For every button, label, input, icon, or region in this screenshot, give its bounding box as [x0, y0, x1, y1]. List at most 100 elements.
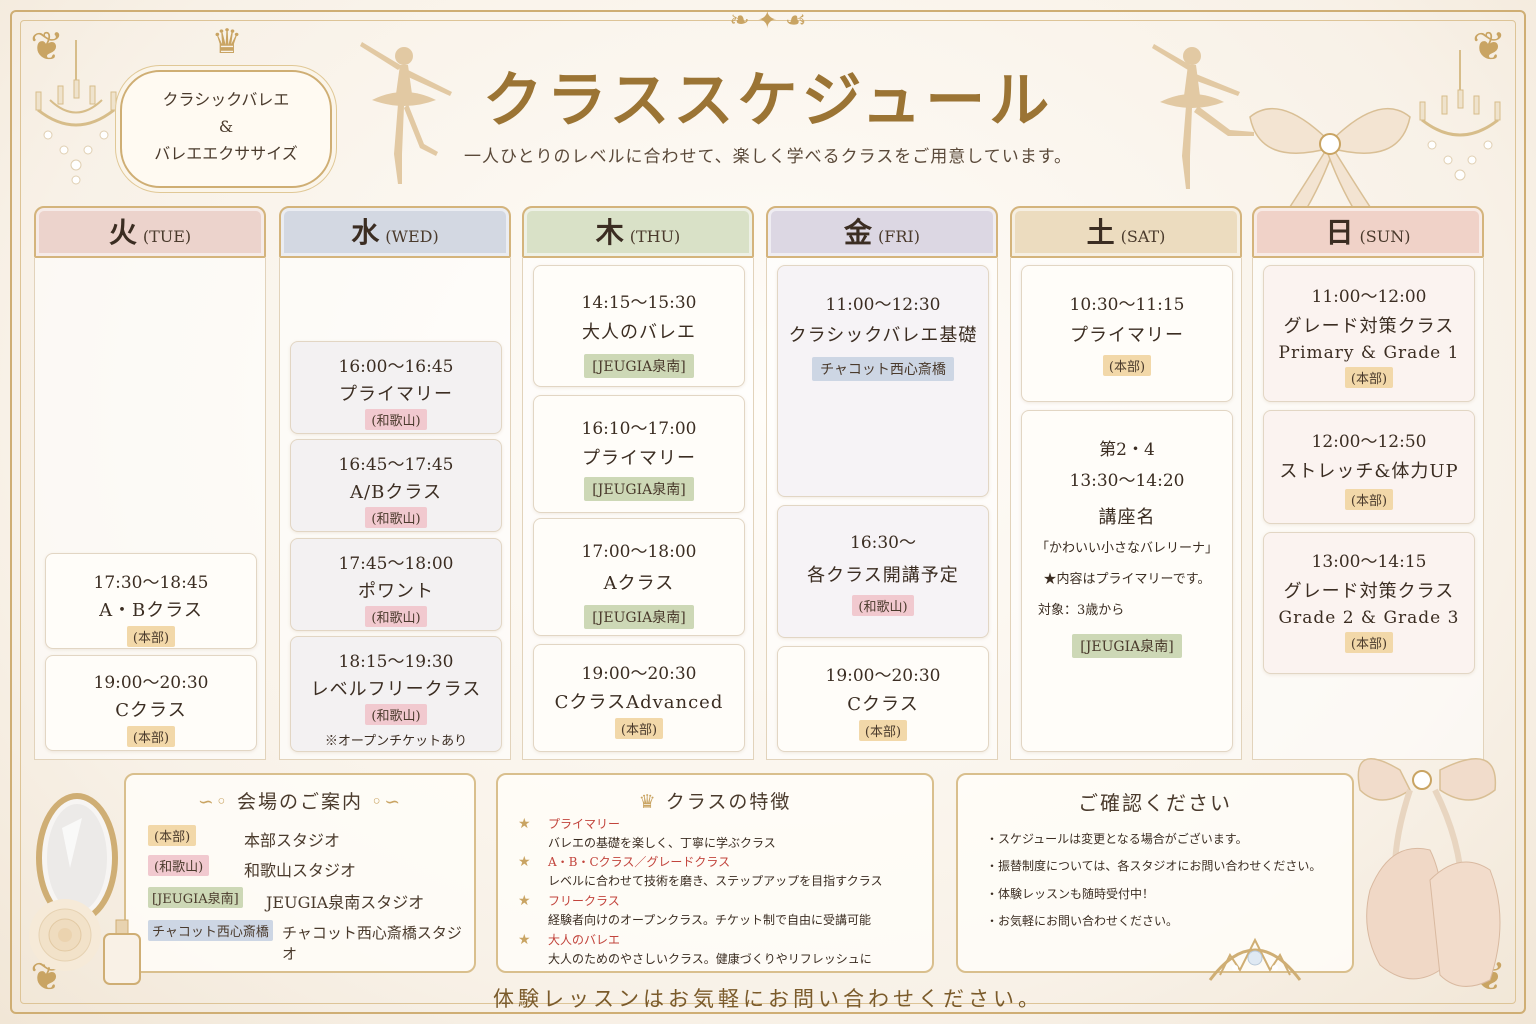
class-card: 19:00〜20:30 CクラスAdvanced (本部) — [533, 644, 745, 752]
class-note: ※オープンチケットあり — [324, 734, 468, 749]
day-label: 土 — [1086, 216, 1115, 249]
column-friday: 金 (FRI) 11:00〜12:30 クラシックバレエ基礎 チャコット西心斎橋 … — [766, 206, 998, 760]
class-time: 18:15〜19:30 — [338, 652, 454, 672]
venue-guide-title-text: 会場のご案内 — [236, 791, 363, 813]
feature-name: プライマリー — [548, 817, 621, 831]
class-name: Cクラス — [115, 700, 187, 721]
venue-name: JEUGIA泉南スタジオ — [266, 893, 425, 912]
feature-description: レベルに合わせて技術を磨き、ステップアップを目指すクラス — [548, 874, 883, 888]
day-label-en: (SUN) — [1359, 227, 1411, 246]
class-time: 16:10〜17:00 — [581, 419, 697, 439]
top-flourish-icon: ❧ ✦ ☙ — [729, 6, 807, 34]
class-name: Aクラス — [603, 573, 675, 594]
page-subtitle: 一人ひとりのレベルに合わせて、楽しく学べるクラスをご用意しています。 — [463, 147, 1073, 167]
day-header-wednesday: 水 (WED) — [279, 206, 511, 258]
venue-tag: (和歌山) — [365, 507, 427, 528]
class-card: 16:10〜17:00 プライマリー [JEUGIA泉南] — [533, 395, 745, 513]
venue-row: [JEUGIA泉南] JEUGIA泉南スタジオ — [148, 887, 468, 913]
class-name: A・Bクラス — [99, 600, 203, 621]
venue-tag: (和歌山) — [365, 606, 427, 627]
class-card: 12:00〜12:50 ストレッチ&体力UP (本部) — [1263, 410, 1475, 524]
feature-name: 大人のバレエ — [548, 933, 621, 947]
class-time: 17:45〜18:00 — [338, 554, 454, 574]
day-body: 17:30〜18:45 A・Bクラス (本部) 19:00〜20:30 Cクラス… — [34, 258, 266, 760]
day-header-friday: 金 (FRI) — [766, 206, 998, 258]
class-time: 10:30〜11:15 — [1069, 295, 1185, 315]
day-label: 木 — [595, 216, 624, 249]
flourish-icon: ∽◦ — [197, 791, 237, 813]
feature-name: A・B・Cクラス／グレードクラス — [548, 855, 731, 869]
star-icon: ★ — [518, 932, 531, 948]
day-body: 16:00〜16:45 プライマリー (和歌山) 16:45〜17:45 A/B… — [279, 258, 511, 760]
class-card: 14:15〜15:30 大人のバレエ [JEUGIA泉南] — [533, 265, 745, 387]
venue-tag: (本部) — [126, 726, 176, 747]
class-card: 13:00〜14:15 グレード対策クラス Grade 2 & Grade 3 … — [1263, 532, 1475, 674]
notice-item: ・体験レッスンも随時受付中！ — [986, 887, 1155, 901]
venue-tag: [JEUGIA泉南] — [584, 354, 694, 378]
venue-tag: (和歌山) — [852, 595, 914, 616]
class-time: 19:00〜20:30 — [581, 664, 697, 684]
class-name: グレード対策クラス — [1283, 581, 1455, 602]
class-name: A/Bクラス — [350, 482, 442, 503]
class-name: ストレッチ&体力UP — [1279, 461, 1459, 482]
class-time: 17:00〜18:00 — [581, 542, 697, 562]
star-icon: ★ — [518, 854, 531, 870]
feature-description: バレエの基礎を楽しく、丁寧に学ぶクラス — [548, 836, 776, 850]
day-label-en: (SAT) — [1120, 227, 1166, 246]
day-body: 10:30〜11:15 プライマリー (本部) 第2・4 13:30〜14:20… — [1010, 258, 1242, 760]
venue-tag: (本部) — [1344, 632, 1394, 653]
column-wednesday: 水 (WED) 16:00〜16:45 プライマリー (和歌山) 16:45〜17… — [279, 206, 511, 760]
class-name: 各クラス開講予定 — [807, 565, 959, 586]
class-card: 16:30〜 各クラス開講予定 (和歌山) — [777, 505, 989, 638]
venue-guide-panel: ∽◦ 会場のご案内 ◦∽ (本部) 本部スタジオ (和歌山) 和歌山スタジオ [… — [124, 773, 476, 973]
class-name: ポワント — [358, 581, 434, 602]
feature-description: 大人のためのやさしいクラス。健康づくりやリフレッシュに — [548, 952, 872, 966]
class-name: グレード対策クラス — [1283, 316, 1455, 337]
class-name: 講座名 — [1098, 507, 1156, 528]
star-icon: ★ — [518, 893, 531, 909]
class-detail: ★内容はプライマリーです。 — [1043, 572, 1211, 587]
venue-name: 和歌山スタジオ — [244, 861, 357, 880]
venue-row: チャコット西心斎橋 チャコット西心斎橋スタジオ — [148, 920, 468, 963]
day-label: 火 — [108, 216, 137, 249]
class-time: 12:00〜12:50 — [1311, 432, 1427, 452]
day-label-en: (FRI) — [878, 227, 920, 246]
class-detail: 対象：3歳から — [1038, 603, 1125, 618]
day-body: 11:00〜12:00 グレード対策クラス Primary & Grade 1 … — [1252, 258, 1484, 760]
class-name: Cクラス — [847, 694, 919, 715]
column-sunday: 日 (SUN) 11:00〜12:00 グレード対策クラス Primary & G… — [1252, 206, 1484, 760]
feature-name: フリークラス — [548, 894, 620, 908]
class-card: 19:00〜20:30 Cクラス (本部) — [777, 646, 989, 752]
venue-tag: [JEUGIA泉南] — [1072, 634, 1182, 658]
class-card: 16:00〜16:45 プライマリー (和歌山) — [290, 341, 502, 434]
class-card: 11:00〜12:30 クラシックバレエ基礎 チャコット西心斎橋 — [777, 265, 989, 497]
venue-tag: (和歌山) — [148, 855, 210, 876]
day-label-en: (THU) — [629, 227, 681, 246]
class-time: 19:00〜20:30 — [93, 673, 209, 693]
tiara-icon — [1208, 937, 1302, 981]
venue-guide-title: ∽◦ 会場のご案内 ◦∽ — [126, 787, 474, 814]
venue-tag: (本部) — [1102, 355, 1152, 376]
day-label-en: (WED) — [385, 227, 439, 246]
day-body: 11:00〜12:30 クラシックバレエ基礎 チャコット西心斎橋 16:30〜 … — [766, 258, 998, 760]
column-thursday: 木 (THU) 14:15〜15:30 大人のバレエ [JEUGIA泉南] 16:… — [522, 206, 754, 760]
class-name: プライマリー — [1070, 325, 1184, 346]
rose-icon — [29, 899, 101, 971]
class-name: クラシックバレエ基礎 — [788, 325, 978, 346]
class-time: 16:00〜16:45 — [338, 357, 454, 377]
venue-tag: (本部) — [1344, 489, 1394, 510]
venue-row: (和歌山) 和歌山スタジオ — [148, 855, 468, 881]
day-label: 日 — [1325, 216, 1354, 249]
class-time: 17:30〜18:45 — [93, 573, 209, 593]
class-card: 16:45〜17:45 A/Bクラス (和歌山) — [290, 439, 502, 532]
venue-tag: (和歌山) — [365, 409, 427, 430]
class-features-panel: ♛ クラスの特徴 ★ プライマリー バレエの基礎を楽しく、丁寧に学ぶクラス ★ … — [496, 773, 934, 973]
venue-tag: [JEUGIA泉南] — [584, 605, 694, 629]
star-icon: ★ — [518, 816, 531, 832]
venue-name: チャコット西心斎橋スタジオ — [282, 924, 462, 963]
page-title: クラススケジュール — [482, 66, 1054, 136]
class-time: 11:00〜12:30 — [825, 295, 941, 315]
day-header-thursday: 木 (THU) — [522, 206, 754, 258]
class-time: 16:30〜 — [850, 533, 916, 553]
class-time: 13:30〜14:20 — [1069, 471, 1185, 491]
